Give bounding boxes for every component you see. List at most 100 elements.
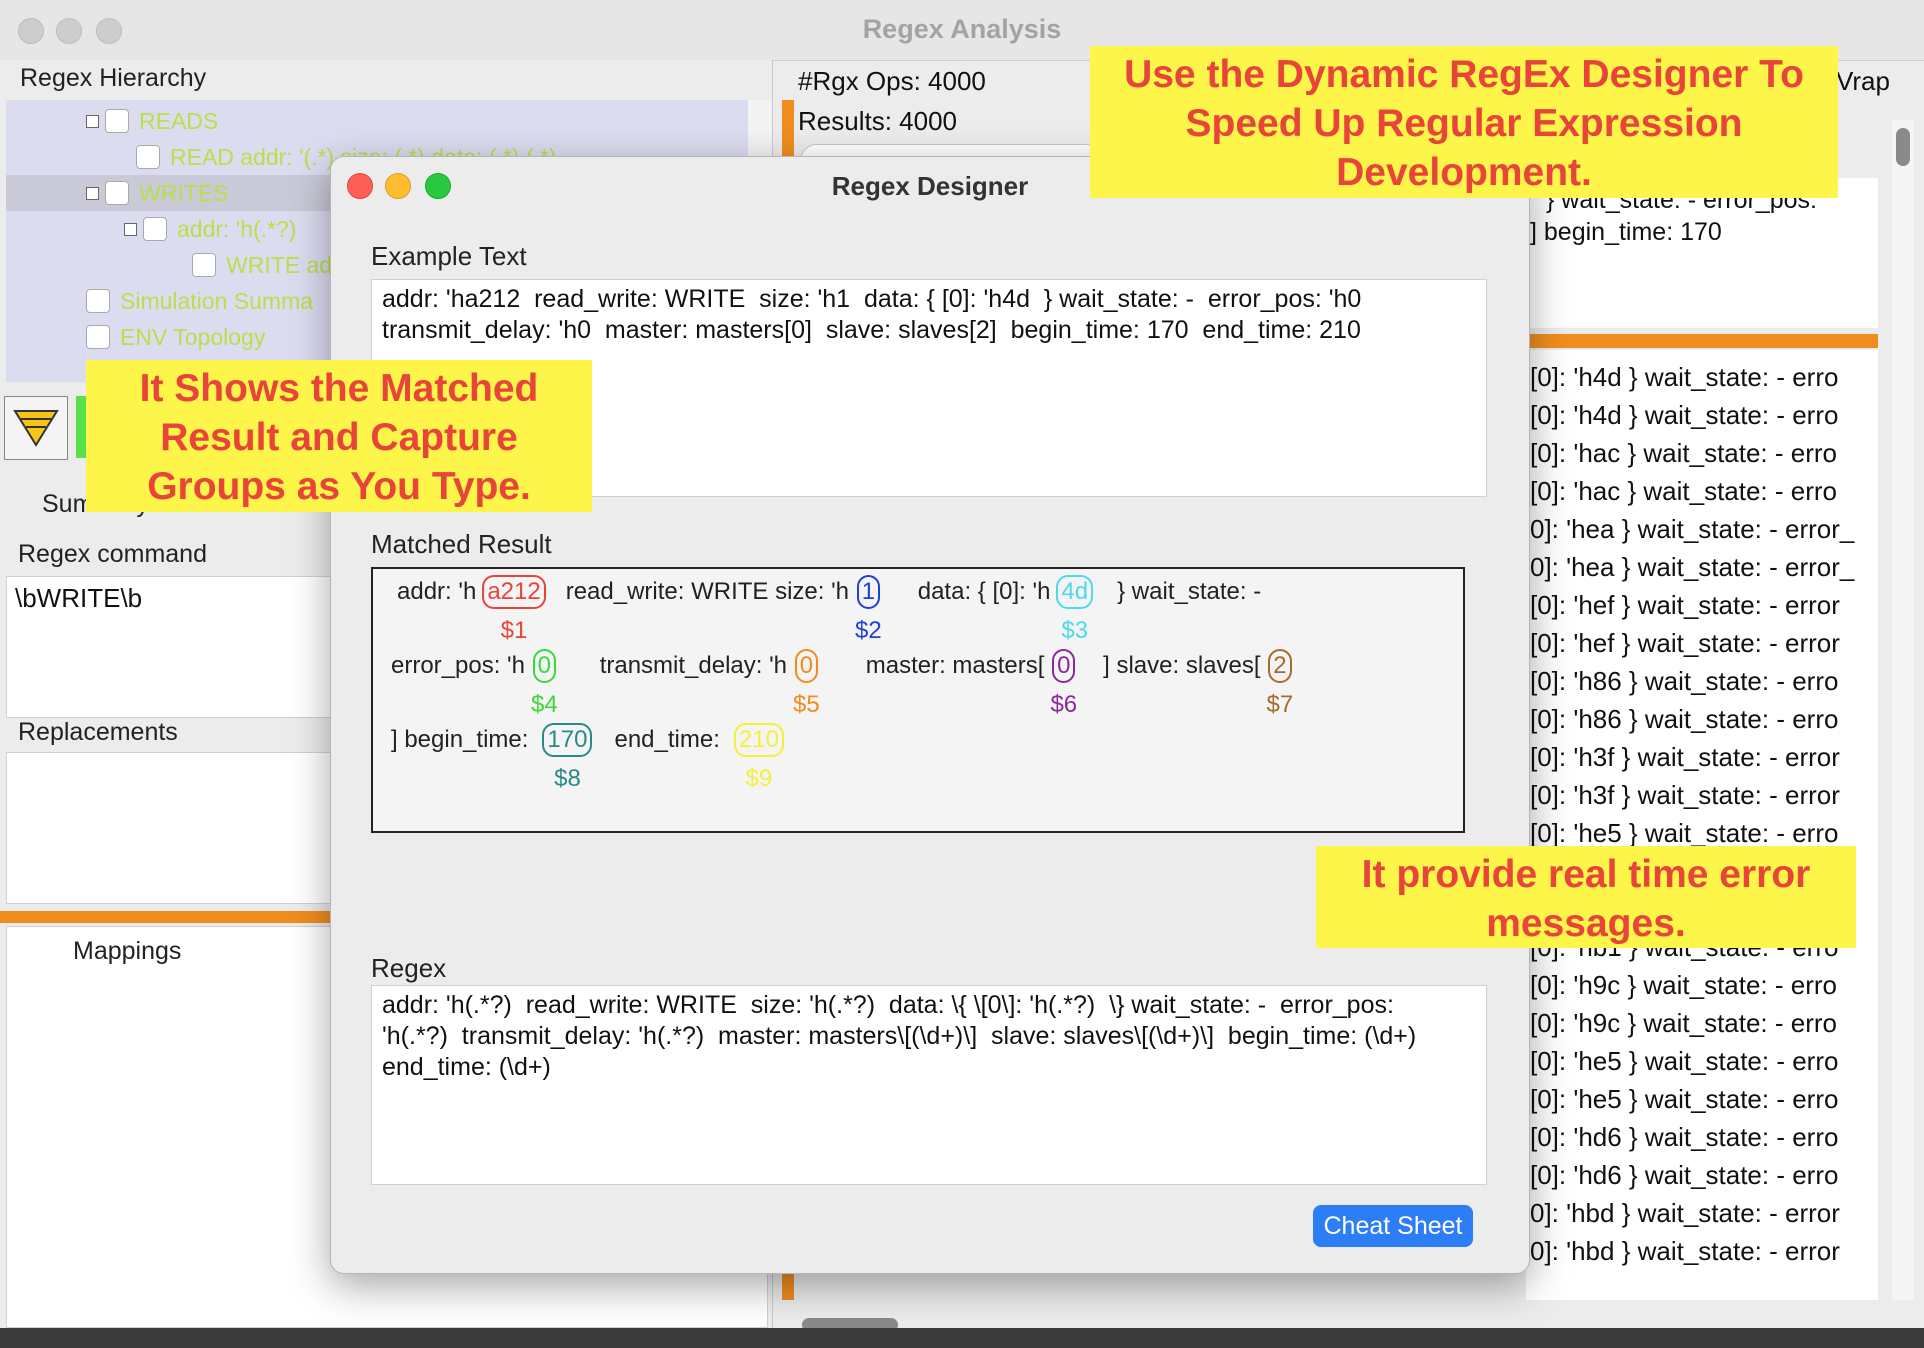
capture-group-3: 4d $3 — [1056, 575, 1094, 645]
replacements-label: Replacements — [18, 718, 178, 746]
result-row[interactable]: 0]: 'hbd } wait_state: - error — [1530, 1236, 1840, 1267]
matched-text: end_time: — [614, 726, 720, 753]
capture-group-7: 2 $7 — [1267, 649, 1293, 719]
tree-item-label: WRITES — [139, 179, 229, 206]
result-row[interactable]: [0]: 'h4d } wait_state: - erro — [1530, 362, 1838, 393]
capture-group-label: $9 — [745, 765, 773, 792]
matched-text: read_write: WRITE size: 'h — [565, 578, 850, 605]
tree-item-label: addr: 'h(.*?) — [177, 215, 297, 242]
capture-group-5: 0 $5 — [793, 649, 820, 719]
example-text-label: Example Text — [371, 241, 527, 271]
tree-item-env-topology[interactable]: ENV Topology — [86, 319, 265, 355]
splitter[interactable] — [1526, 334, 1878, 348]
tree-item-simulation-summary[interactable]: Simulation Summa — [86, 283, 313, 319]
callout-left: It Shows the Matched Result and Capture … — [86, 360, 592, 512]
capture-group-value: 170 — [542, 723, 593, 757]
capture-group-label: $1 — [500, 617, 528, 644]
capture-group-value: a212 — [482, 575, 546, 609]
capture-group-label: $5 — [793, 691, 820, 718]
matched-text: transmit_delay: 'h — [599, 652, 788, 679]
result-row[interactable]: 0]: 'hea } wait_state: - error_ — [1530, 552, 1854, 583]
result-row[interactable]: [0]: 'hac } wait_state: - erro — [1530, 476, 1837, 507]
matched-text: master: masters[ — [865, 652, 1045, 679]
tree-checkbox[interactable] — [86, 289, 110, 313]
tree-item-addr-regex[interactable]: addr: 'h(.*?) — [124, 211, 296, 247]
results-count: Results: 4000 — [798, 106, 957, 136]
result-row[interactable]: [0]: 'hd6 } wait_state: - erro — [1530, 1160, 1838, 1191]
regex-command-label: Regex command — [18, 540, 207, 568]
tree-item-reads[interactable]: READS — [86, 103, 218, 139]
result-row[interactable]: 0]: 'hea } wait_state: - error_ — [1530, 514, 1854, 545]
capture-group-label: $6 — [1050, 691, 1078, 718]
tree-checkbox[interactable] — [192, 253, 216, 277]
result-row[interactable]: [0]: 'hd6 } wait_state: - erro — [1530, 1122, 1838, 1153]
filter-button[interactable] — [4, 396, 68, 460]
tree-checkbox[interactable] — [136, 145, 160, 169]
capture-group-1: a212 $1 — [482, 575, 546, 645]
wrap-label[interactable]: Vrap — [1836, 66, 1890, 97]
result-row[interactable]: [0]: 'he5 } wait_state: - erro — [1530, 818, 1838, 849]
tree-checkbox[interactable] — [105, 109, 129, 133]
capture-group-value: 0 — [532, 649, 557, 683]
result-row[interactable]: [0]: 'he5 } wait_state: - erro — [1530, 1084, 1838, 1115]
regex-designer-dialog: Regex Designer Example Text addr: 'ha212… — [330, 156, 1530, 1274]
background-window-strip — [0, 1328, 1924, 1348]
capture-group-6: 0 $6 — [1050, 649, 1077, 719]
capture-group-value: 0 — [794, 649, 819, 683]
regex-hierarchy-label: Regex Hierarchy — [20, 64, 207, 92]
tree-checkbox[interactable] — [143, 217, 167, 241]
tree-item-label: ENV Topology — [120, 323, 266, 350]
capture-group-value: 0 — [1052, 649, 1076, 683]
regex-input[interactable]: addr: 'h(.*?) read_write: WRITE size: 'h… — [371, 985, 1487, 1185]
result-row[interactable]: [0]: 'h9c } wait_state: - erro — [1530, 970, 1837, 1001]
result-row[interactable]: 0]: 'hbd } wait_state: - error — [1530, 1198, 1840, 1229]
result-row[interactable]: [0]: 'h3f } wait_state: - error — [1530, 780, 1840, 811]
result-row[interactable]: [0]: 'h9c } wait_state: - erro — [1530, 1008, 1837, 1039]
result-row[interactable]: [0]: 'h86 } wait_state: - erro — [1530, 704, 1838, 735]
capture-group-label: $8 — [554, 765, 581, 792]
capture-group-label: $2 — [855, 617, 882, 644]
matched-text: data: { [0]: 'h — [917, 578, 1051, 605]
matched-result-panel: addr: 'h a212 $1 read_write: WRITE size: … — [371, 567, 1465, 833]
capture-group-4: 0 $4 — [531, 649, 558, 719]
result-row[interactable]: [0]: 'hac } wait_state: - erro — [1530, 438, 1837, 469]
collapse-icon[interactable] — [86, 186, 99, 200]
capture-group-2: 1 $2 — [855, 575, 882, 645]
capture-group-label: $4 — [530, 691, 558, 718]
tree-checkbox[interactable] — [105, 181, 129, 205]
capture-group-value: 210 — [733, 723, 784, 757]
result-row[interactable]: [0]: 'hef } wait_state: - error — [1530, 628, 1840, 659]
regex-ops-count: #Rgx Ops: 4000 — [798, 66, 986, 96]
matched-text: error_pos: 'h — [391, 652, 525, 679]
matched-text: } wait_state: - — [1117, 578, 1262, 605]
tree-item-label: WRITE ad — [226, 251, 333, 278]
filter-icon — [13, 410, 59, 447]
tree-item-write-regex[interactable]: WRITE ad — [192, 247, 332, 283]
result-row[interactable]: [0]: 'he5 } wait_state: - erro — [1530, 1046, 1838, 1077]
cheat-sheet-button[interactable]: Cheat Sheet — [1313, 1205, 1473, 1247]
collapse-icon[interactable] — [86, 114, 99, 128]
results-scrollbar[interactable] — [1892, 120, 1914, 1300]
tree-item-label: Simulation Summa — [120, 287, 314, 314]
result-row[interactable]: [0]: 'h86 } wait_state: - erro — [1530, 666, 1838, 697]
result-row[interactable]: [0]: 'h3f } wait_state: - error — [1530, 742, 1840, 773]
results-detail-panel: } wait_state: - error_pos: ] begin_time:… — [1526, 178, 1878, 328]
window-title: Regex Analysis — [862, 14, 1062, 44]
tree-item-label: READS — [139, 107, 219, 134]
capture-group-8: 170 $8 — [542, 723, 593, 793]
capture-group-label: $3 — [1061, 617, 1089, 644]
matched-text: addr: 'h — [397, 578, 477, 605]
scrollbar-thumb[interactable] — [1896, 128, 1910, 166]
tree-checkbox[interactable] — [86, 325, 110, 349]
result-row[interactable]: [0]: 'h4d } wait_state: - erro — [1530, 400, 1838, 431]
capture-group-value: 4d — [1056, 575, 1094, 609]
detail-line: ] begin_time: 170 — [1530, 218, 1722, 246]
mappings-label: Mappings — [73, 937, 182, 965]
matched-text: ] begin_time: — [391, 726, 529, 753]
capture-group-9: 210 $9 — [733, 723, 784, 793]
results-list[interactable]: [0]: 'h4d } wait_state: - erro [0]: 'h4d … — [1526, 350, 1878, 1300]
callout-right: It provide real time error messages. — [1316, 846, 1856, 948]
collapse-icon[interactable] — [124, 222, 137, 236]
capture-group-value: 1 — [856, 575, 881, 609]
result-row[interactable]: [0]: 'hef } wait_state: - error — [1530, 590, 1840, 621]
